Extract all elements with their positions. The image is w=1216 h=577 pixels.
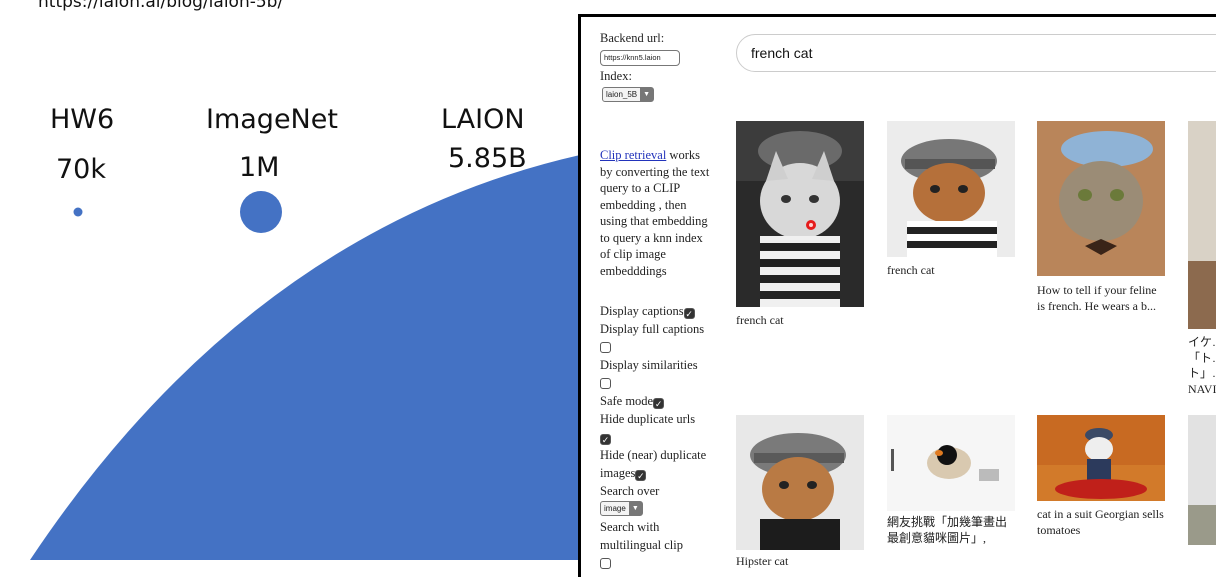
index-select[interactable]: laion_5B ▼	[602, 87, 655, 102]
display-similarities-label: Display similarities	[600, 358, 698, 372]
result-image-cat-tomatoes[interactable]	[1037, 415, 1165, 501]
clip-retrieval-link[interactable]: Clip retrieval	[600, 148, 666, 162]
dataset-size-imagenet: 1M	[239, 152, 280, 183]
clip-retrieval-app: Backend url: https://knn5.laion Index: l…	[578, 14, 1216, 577]
display-full-captions-label: Display full captions	[600, 322, 705, 336]
result-caption: Hipster cat	[736, 554, 789, 568]
display-full-captions-checkbox[interactable]	[600, 342, 611, 353]
index-select-value: laion_5B	[606, 90, 638, 99]
hw6-circle	[73, 207, 83, 217]
imagenet-circle	[240, 191, 282, 233]
dataset-name-imagenet: ImageNet	[206, 104, 338, 135]
result-image-cat-flatcap[interactable]	[887, 121, 1015, 257]
multilingual-label: Search with multilingual clip	[600, 520, 683, 552]
description: Clip retrieval works by converting the t…	[600, 147, 712, 279]
dataset-name-hw6: HW6	[50, 104, 115, 135]
hide-duplicate-urls-checkbox[interactable]: ✓	[600, 434, 611, 445]
hide-near-duplicates-label: Hide (near) duplicate images	[600, 448, 707, 480]
dataset-size-laion: 5.85B	[448, 143, 527, 174]
result-caption: 網友挑戰「加幾筆畫出最創意貓咪圖片」,	[887, 515, 1008, 545]
result-caption: How to tell if your feline is french. He…	[1037, 283, 1157, 313]
display-captions-label: Display captions	[600, 304, 684, 318]
display-similarities-checkbox[interactable]	[600, 378, 611, 389]
result-caption: イケ…「ト…ト」…NAVI	[1188, 335, 1216, 396]
search-over-value: image	[604, 504, 626, 513]
safe-mode-checkbox[interactable]: ✓	[653, 398, 665, 409]
result-image-cat-blue-beret[interactable]	[1037, 121, 1165, 276]
result-image-cat-beret-bw[interactable]	[736, 121, 864, 307]
description-text: works by converting the text query to a …	[600, 148, 710, 278]
search-over-label: Search over	[600, 484, 660, 498]
backend-label: Backend url:	[600, 31, 665, 45]
result-caption: french cat	[887, 263, 935, 277]
search-input[interactable]: french cat	[736, 34, 1216, 72]
display-captions-checkbox[interactable]: ✓	[683, 308, 695, 319]
safe-mode-label: Safe mode	[600, 394, 654, 408]
backend-url-input[interactable]: https://knn5.laion	[600, 50, 680, 66]
result-image-partial[interactable]	[1188, 415, 1216, 545]
source-url: https://laion.ai/blog/laion-5b/	[38, 0, 284, 12]
options-panel: Display captions ✓ Display full captions …	[600, 302, 712, 572]
index-label: Index:	[600, 69, 632, 83]
dropdown-arrow-icon: ▼	[628, 502, 642, 515]
laion-circle	[30, 150, 640, 560]
result-image-partial[interactable]	[1188, 121, 1216, 329]
search-over-select[interactable]: image ▼	[600, 501, 643, 516]
hide-near-duplicates-checkbox[interactable]: ✓	[635, 470, 647, 481]
dataset-size-hw6: 70k	[56, 154, 106, 185]
result-image-cat-drawing[interactable]	[887, 415, 1015, 511]
result-caption: french cat	[736, 313, 784, 327]
result-image-hipster-cat[interactable]	[736, 415, 864, 550]
dropdown-arrow-icon: ▼	[640, 88, 654, 101]
result-caption: cat in a suit Georgian sells tomatoes	[1037, 507, 1164, 537]
hide-duplicate-urls-label: Hide duplicate urls	[600, 412, 696, 426]
dataset-name-laion: LAION	[441, 104, 525, 135]
